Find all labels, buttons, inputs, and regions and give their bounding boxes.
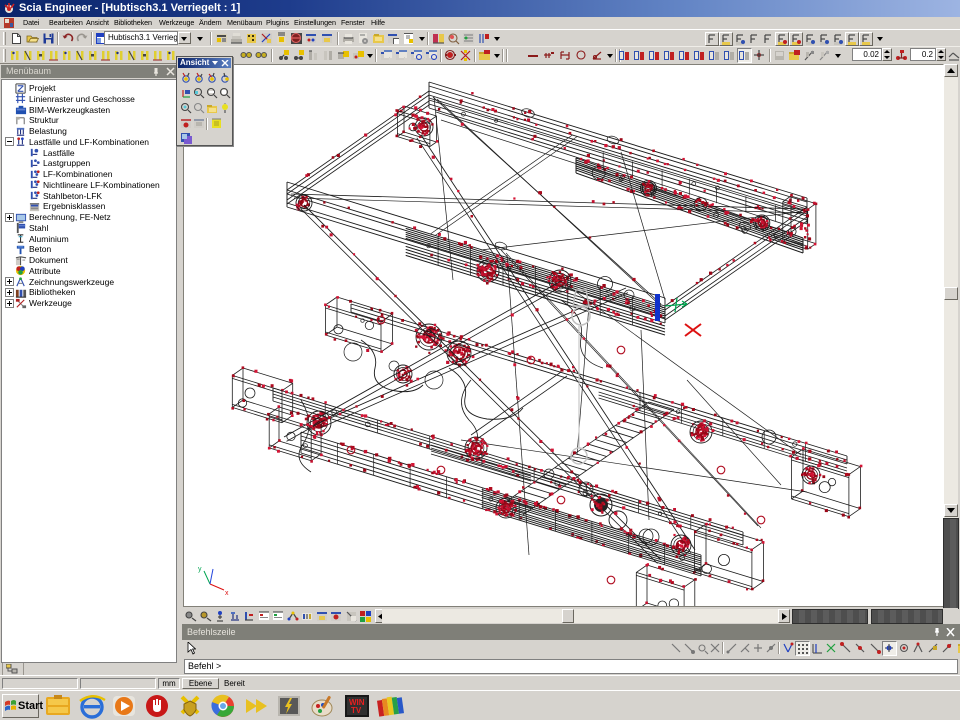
svg-text:x: x: [225, 590, 229, 597]
svg-text:TV: TV: [351, 706, 362, 715]
svg-text:y: y: [198, 566, 202, 573]
